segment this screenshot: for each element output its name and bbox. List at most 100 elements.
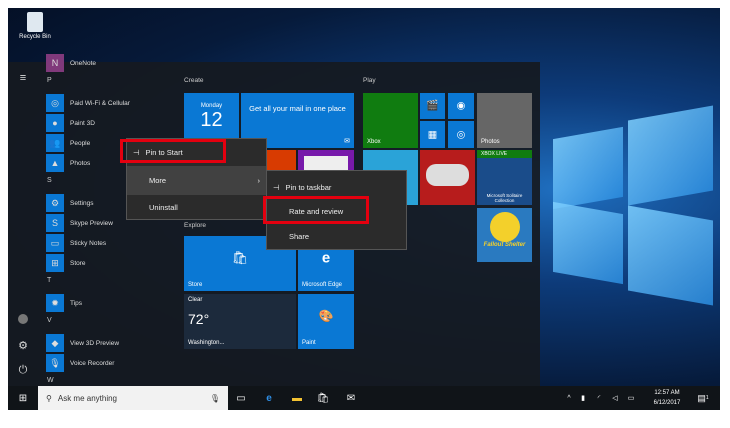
weather-condition: Clear xyxy=(188,297,203,303)
app-label: Skype Preview xyxy=(70,219,113,227)
tile-xbox[interactable]: Xbox xyxy=(363,93,418,148)
start-button[interactable]: ⊞ xyxy=(12,386,34,410)
section-letter[interactable]: P xyxy=(47,77,52,84)
app-label: Sticky Notes xyxy=(70,239,107,247)
clock[interactable]: 12:57 AM 6/12/2017 xyxy=(645,388,689,408)
app-list-item[interactable]: ◆ View 3D Preview xyxy=(46,334,119,352)
calendar-date: 12 xyxy=(200,109,223,131)
windows-logo-pane xyxy=(628,105,713,206)
tile-camera[interactable]: ◎ xyxy=(448,121,474,148)
settings-gear-icon[interactable]: ⚙ xyxy=(8,339,38,352)
mail-taskbar-icon[interactable]: ✉ xyxy=(340,386,362,410)
search-placeholder: Ask me anything xyxy=(57,393,117,403)
menu-item-pin-to-taskbar[interactable]: ⊣ Pin to taskbar xyxy=(267,176,406,198)
app-label: Photos xyxy=(70,159,91,167)
app-icon: ▭ xyxy=(46,234,64,252)
app-list-item[interactable]: ▭ Sticky Notes xyxy=(46,234,106,252)
app-icon: ▲ xyxy=(46,154,64,172)
section-letter[interactable]: W xyxy=(47,377,54,384)
app-list-item[interactable]: ⚙ Settings xyxy=(46,194,94,212)
search-icon: ⚲ xyxy=(46,393,52,403)
tile-calculator[interactable]: ▦ xyxy=(420,121,445,148)
xbox-label: Xbox xyxy=(367,139,381,145)
recycle-bin[interactable]: Recycle Bin xyxy=(18,12,52,40)
section-letter[interactable]: V xyxy=(47,317,52,324)
photos-label: Photos xyxy=(481,139,500,145)
app-icon: ⊞ xyxy=(46,254,64,272)
clock-time: 12:57 AM xyxy=(654,390,680,396)
app-list-item[interactable]: 🎙 Voice Recorder xyxy=(46,354,114,372)
start-rail: ≡ ⚙ ⏻ xyxy=(8,62,38,386)
app-list-item[interactable]: ▲ Photos xyxy=(46,154,90,172)
tile-solitaire[interactable]: XBOX LIVE Microsoft Solitaire Collection xyxy=(477,150,532,205)
edge-taskbar-icon[interactable]: e xyxy=(258,386,280,410)
webcam-icon: ◎ xyxy=(456,129,466,140)
app-icon: ⚙ xyxy=(46,194,64,212)
recycle-bin-icon xyxy=(27,12,43,32)
tile-paint[interactable]: 🎨 Paint xyxy=(298,294,354,349)
tile-asphalt[interactable] xyxy=(420,150,475,205)
hamburger-icon[interactable]: ≡ xyxy=(8,72,38,84)
tile-photos[interactable]: Photos xyxy=(477,93,532,148)
xbox-live-badge: XBOX LIVE xyxy=(477,150,532,158)
highlight-box xyxy=(263,196,369,224)
power-icon[interactable]: ⏻ xyxy=(8,364,38,377)
menu-item-share[interactable]: Share xyxy=(267,224,406,248)
microphone-icon[interactable]: 🎙 xyxy=(210,394,220,403)
app-label: Voice Recorder xyxy=(70,359,115,367)
tile-weather[interactable]: Clear 72° Washington... xyxy=(184,294,296,349)
highlight-box xyxy=(120,139,226,163)
edge-label: Microsoft Edge xyxy=(302,282,343,288)
app-list-item[interactable]: ⊞ Store xyxy=(46,254,86,272)
app-label: People xyxy=(70,139,91,147)
app-icon: 👥 xyxy=(46,134,64,152)
app-label: Paid Wi-Fi & Cellular xyxy=(70,99,130,107)
group-explore: Explore xyxy=(184,222,207,229)
task-view-icon[interactable]: ▭ xyxy=(230,386,252,410)
fallout-label: Fallout Shelter xyxy=(483,242,526,248)
tile-groove[interactable]: ◉ xyxy=(448,93,474,119)
section-letter[interactable]: S xyxy=(47,177,52,184)
windows-logo-pane xyxy=(553,126,623,210)
app-label: Settings xyxy=(70,199,94,207)
menu-item-more[interactable]: More › xyxy=(127,166,266,195)
more-label: More xyxy=(149,176,167,185)
file-explorer-icon[interactable]: ▬ xyxy=(286,386,308,410)
store-taskbar-icon[interactable]: 🛍 xyxy=(312,386,334,410)
tile-fallout-shelter[interactable]: Fallout Shelter xyxy=(477,208,532,262)
app-list-item[interactable]: 👥 People xyxy=(46,134,90,152)
app-icon: ◆ xyxy=(46,334,64,352)
solitaire-label: Microsoft Solitaire Collection xyxy=(486,193,523,203)
store-label: Store xyxy=(188,282,203,288)
group-create: Create xyxy=(184,77,204,84)
store-icon: 🛍 xyxy=(231,250,249,265)
notification-count: 1 xyxy=(705,395,709,401)
calculator-icon: ▦ xyxy=(427,129,438,140)
app-label: Paint 3D xyxy=(70,119,95,127)
app-icon: ◎ xyxy=(46,94,64,112)
windows-logo-pane xyxy=(553,201,623,285)
section-letter[interactable]: T xyxy=(47,277,51,284)
pin-to-taskbar-label: Pin to taskbar xyxy=(285,182,332,192)
app-icon: ✹ xyxy=(46,294,64,312)
uninstall-label: Uninstall xyxy=(149,202,178,212)
action-center-icon[interactable]: ▤ 1 xyxy=(692,386,714,410)
app-list-item[interactable]: ◎ Paid Wi-Fi & Cellular xyxy=(46,94,130,112)
cortana-search[interactable]: ⚲ Ask me anything 🎙 xyxy=(38,386,228,410)
group-play: Play xyxy=(363,77,376,84)
app-list-item[interactable]: ● Paint 3D xyxy=(46,114,95,132)
app-list-item[interactable]: ✹ Tips xyxy=(46,294,82,312)
menu-item-uninstall[interactable]: Uninstall xyxy=(127,195,266,219)
user-avatar[interactable] xyxy=(8,314,38,327)
app-list-item[interactable]: N OneNote xyxy=(46,54,96,72)
keyboard-icon[interactable]: ▭ xyxy=(620,386,642,410)
pin-icon: ⊣ xyxy=(273,182,280,192)
chevron-right-icon: › xyxy=(257,176,261,185)
clapper-icon: 🎬 xyxy=(426,100,439,112)
tile-movies[interactable]: 🎬 xyxy=(420,93,445,119)
app-list-item[interactable]: S Skype Preview xyxy=(46,214,113,232)
app-label: View 3D Preview xyxy=(70,339,120,347)
app-icon: N xyxy=(46,54,64,72)
app-label: Store xyxy=(70,259,86,267)
weather-city: Washington... xyxy=(188,340,225,346)
